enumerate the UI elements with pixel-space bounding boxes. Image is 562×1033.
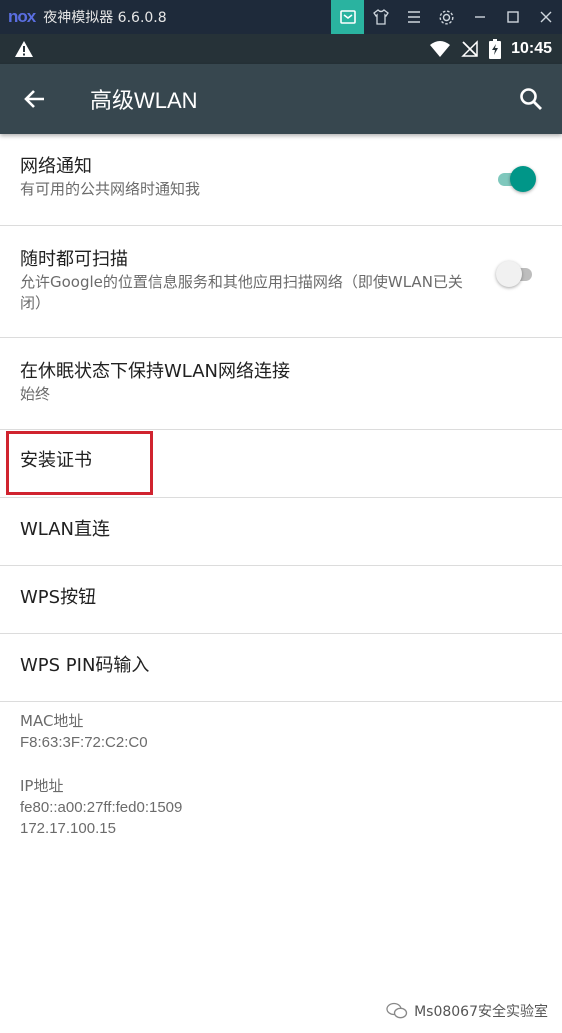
mac-value: F8:63:3F:72:C2:C0 — [20, 734, 148, 751]
setting-subtitle: 允许Google的位置信息服务和其他应用扫描网络（即使WLAN已关闭） — [20, 273, 463, 312]
search-icon[interactable] — [516, 84, 546, 114]
toggle-thumb — [496, 261, 522, 287]
ip-label: IP地址 — [20, 777, 64, 795]
toggle-thumb — [510, 166, 536, 192]
minimize-icon[interactable] — [463, 0, 496, 34]
menu-icon[interactable] — [397, 0, 430, 34]
setting-keep-wifi-sleep[interactable]: 在休眠状态下保持WLAN网络连接 始终 — [0, 338, 562, 430]
ip-v4-value: 172.17.100.15 — [20, 820, 116, 837]
setting-title: WPS按钮 — [20, 587, 97, 608]
status-time: 10:45 — [511, 40, 552, 57]
settings-icon[interactable] — [430, 0, 463, 34]
nox-logo: nox — [8, 7, 36, 26]
setting-title: 网络通知 — [20, 156, 92, 177]
setting-always-scan[interactable]: 随时都可扫描 允许Google的位置信息服务和其他应用扫描网络（即使WLAN已关… — [0, 226, 562, 338]
setting-title: WLAN直连 — [20, 519, 111, 540]
mac-info: MAC地址 F8:63:3F:72:C2:C0 — [20, 711, 148, 753]
ip-v6-value: fe80::a00:27ff:fed0:1509 — [20, 799, 183, 816]
setting-title: WPS PIN码输入 — [20, 655, 150, 676]
battery-charging-icon — [489, 39, 502, 59]
no-signal-icon — [461, 40, 478, 57]
setting-title: 在休眠状态下保持WLAN网络连接 — [20, 361, 291, 382]
watermark: Ms08067安全实验室 — [386, 1001, 548, 1021]
app-bar: 高级WLAN — [0, 64, 562, 134]
close-icon[interactable] — [529, 0, 562, 34]
setting-wlan-direct[interactable]: WLAN直连 — [0, 498, 562, 566]
gift-icon[interactable] — [331, 0, 364, 34]
watermark-text: Ms08067安全实验室 — [414, 1004, 548, 1020]
setting-subtitle: 始终 — [20, 385, 51, 403]
emulator-title-bar: nox 夜神模拟器 6.6.0.8 — [0, 0, 562, 34]
network-notify-toggle[interactable] — [496, 165, 536, 193]
page-title: 高级WLAN — [90, 88, 198, 113]
ip-info: IP地址 fe80::a00:27ff:fed0:1509 172.17.100… — [20, 776, 182, 839]
mac-label: MAC地址 — [20, 712, 84, 730]
emulator-controls — [331, 0, 562, 34]
back-arrow-icon[interactable] — [20, 84, 50, 114]
settings-list: 网络通知 有可用的公共网络时通知我 随时都可扫描 允许Google的位置信息服务… — [0, 134, 562, 702]
setting-wps-button[interactable]: WPS按钮 — [0, 566, 562, 634]
warning-icon — [15, 41, 33, 57]
wechat-icon — [386, 1002, 408, 1019]
setting-title: 随时都可扫描 — [20, 249, 128, 270]
highlight-annotation — [6, 431, 153, 495]
wifi-icon — [430, 41, 451, 57]
always-scan-toggle[interactable] — [496, 260, 536, 288]
setting-network-notify[interactable]: 网络通知 有可用的公共网络时通知我 — [0, 134, 562, 226]
shirt-icon[interactable] — [364, 0, 397, 34]
setting-wps-pin[interactable]: WPS PIN码输入 — [0, 634, 562, 702]
emulator-title: 夜神模拟器 6.6.0.8 — [43, 10, 167, 26]
maximize-icon[interactable] — [496, 0, 529, 34]
setting-subtitle: 有可用的公共网络时通知我 — [20, 180, 201, 198]
status-bar: 10:45 — [0, 34, 562, 64]
